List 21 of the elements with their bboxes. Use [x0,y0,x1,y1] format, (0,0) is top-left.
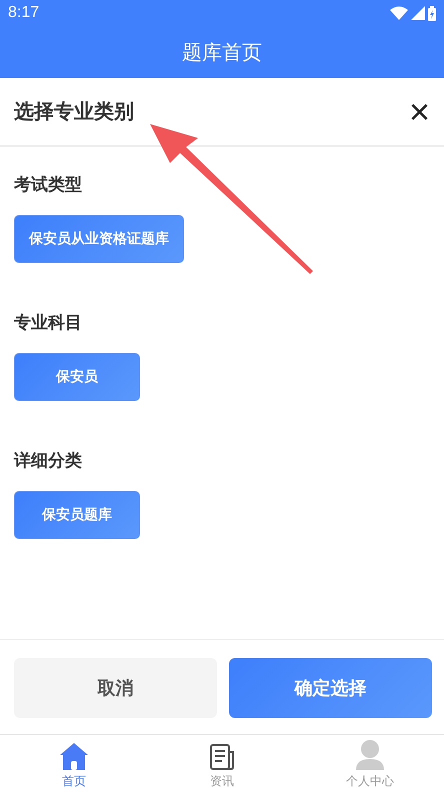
home-icon [60,743,88,770]
tab-item[interactable]: 资讯 [148,735,296,792]
document-icon [210,744,234,770]
section-label: 专业科目 [14,312,83,334]
page-title: 题库首页 [182,38,262,66]
section-label: 考试类型 [14,174,83,196]
sheet-title: 选择专业类别 [14,98,134,125]
option-chip[interactable]: 保安员 [14,353,140,401]
status-time: 8:17 [8,4,40,22]
confirm-button[interactable]: 确定选择 [229,658,432,718]
section-label: 详细分类 [14,450,83,472]
wifi-icon [390,6,408,20]
option-chip[interactable]: 保安员题库 [14,491,140,539]
signal-icon [411,6,425,20]
option-chip[interactable]: 保安员从业资格证题库 [14,215,184,263]
tab-item[interactable]: 个人中心 [296,735,444,792]
cancel-button[interactable]: 取消 [14,658,217,718]
person-icon [356,740,384,770]
tab-item[interactable]: 首页 [0,735,148,792]
battery-icon [428,6,436,20]
close-button[interactable]: × [404,94,434,130]
